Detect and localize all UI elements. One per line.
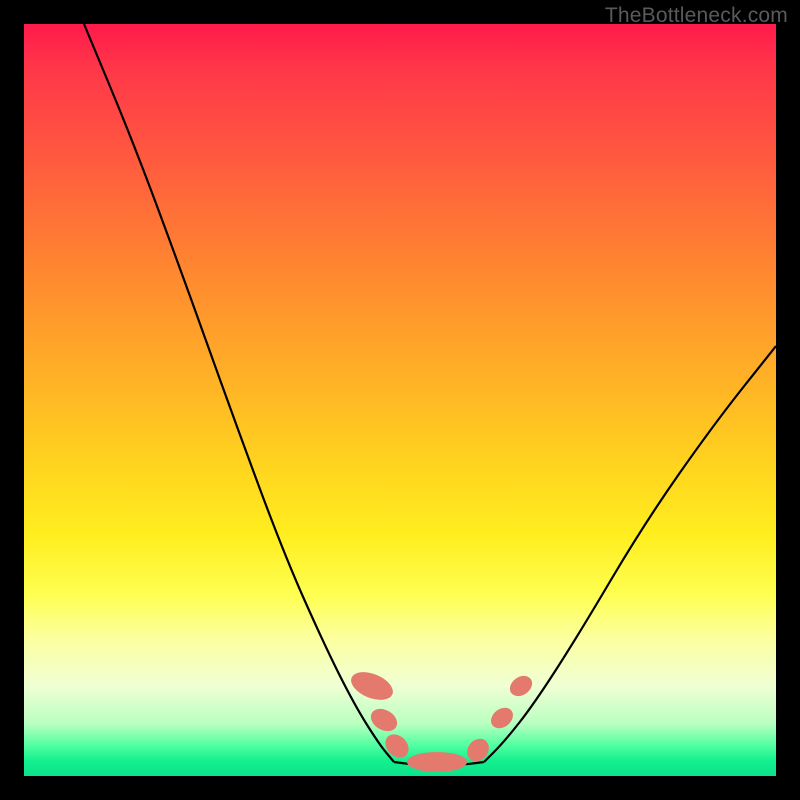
curve-right-branch bbox=[484, 346, 776, 762]
bead-marker bbox=[463, 734, 494, 765]
chart-plot-area bbox=[24, 24, 776, 776]
bead-marker bbox=[506, 672, 536, 701]
bead-marker bbox=[407, 752, 467, 772]
bead-marker bbox=[347, 667, 397, 706]
bead-marker bbox=[367, 704, 401, 735]
curve-left-branch bbox=[84, 24, 394, 762]
bottleneck-curve bbox=[24, 24, 776, 776]
bead-marker bbox=[487, 704, 517, 733]
curve-valley-floor bbox=[394, 762, 484, 765]
bead-marker bbox=[381, 730, 414, 763]
bead-markers bbox=[347, 667, 536, 772]
